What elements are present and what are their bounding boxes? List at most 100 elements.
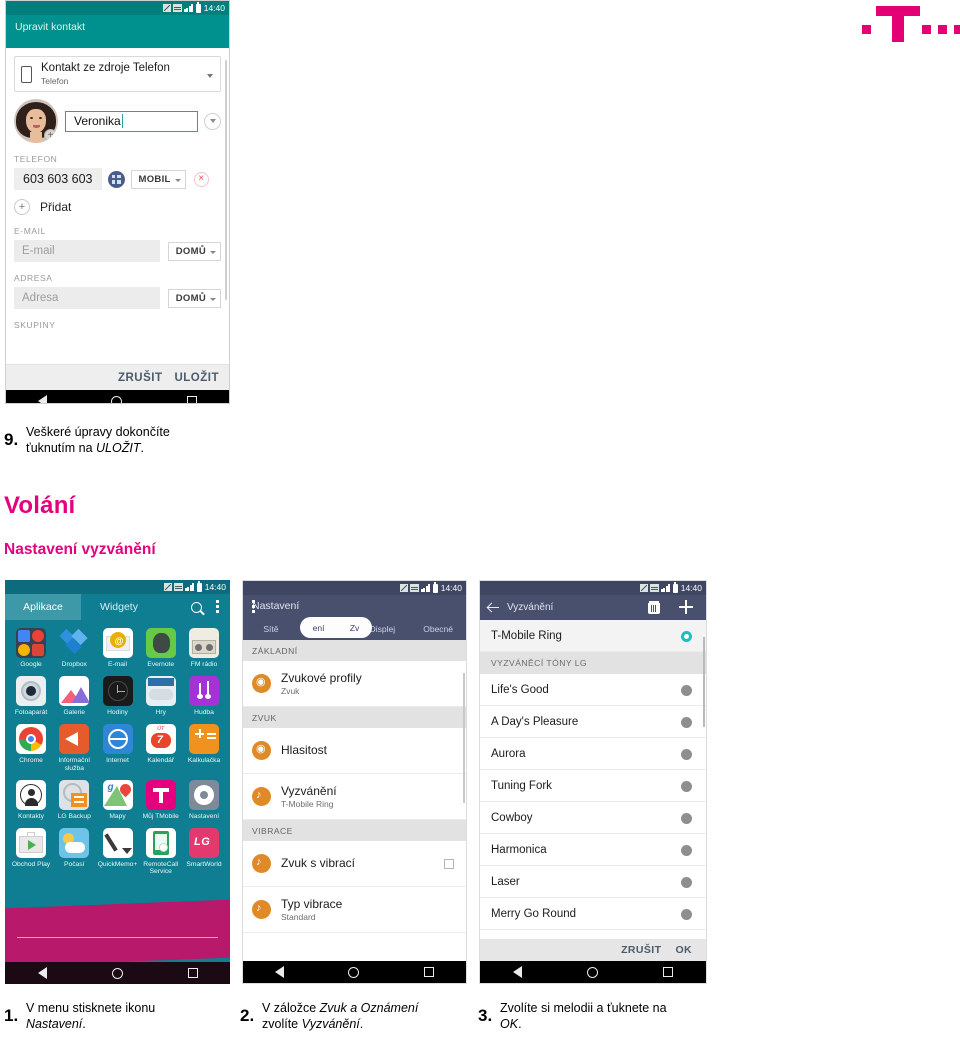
recents-icon[interactable] [186,396,197,403]
delete-phone-button[interactable]: × [193,171,209,187]
more-options-icon[interactable] [252,600,255,615]
calendar-icon[interactable]: ÚT 7 [145,723,176,754]
avatar[interactable]: + [14,99,58,143]
tab-apps[interactable]: Aplikace [5,594,81,620]
app-item[interactable]: FM rádio [184,628,224,669]
radio-unselected-icon[interactable] [681,813,692,824]
my-tmobile-icon[interactable] [145,779,176,810]
app-item[interactable]: Kontakty [11,779,51,821]
lg-backup-icon[interactable] [59,779,90,810]
app-item[interactable]: Hudba [184,675,224,717]
app-item[interactable]: Obchod Play [11,827,51,877]
app-item[interactable]: Evernote [141,628,181,669]
email-icon[interactable]: @ [102,628,133,658]
internet-icon[interactable] [102,723,133,754]
home-icon[interactable] [348,966,360,978]
email-field[interactable]: E-mail [14,240,160,262]
remotecall-icon[interactable] [145,827,176,858]
address-type-select[interactable]: DOMŮ [167,288,221,308]
app-item[interactable]: Můj TMobile [141,779,181,821]
settings-row[interactable]: ◉ Zvukové profily Zvuk [243,661,466,707]
app-item[interactable]: QuickMemo+ [98,827,138,877]
google-folder-icon[interactable] [16,628,46,658]
phone-type-select[interactable]: MOBIL [130,169,186,189]
app-item[interactable]: Internet [98,723,138,773]
scrollbar[interactable] [703,637,705,727]
settings-row[interactable]: ♪ Typ vibrace Standard [243,887,466,933]
app-item[interactable]: Galerie [54,675,94,717]
back-icon[interactable] [512,966,522,978]
maps-icon[interactable]: g [102,779,133,810]
weather-icon[interactable] [59,827,90,858]
app-item[interactable]: ÚT 7 Kalendář [141,723,181,773]
contacts-icon[interactable] [16,779,46,810]
add-phone-row[interactable]: + Přidat [14,199,221,215]
ringtone-row[interactable]: Harmonica [480,834,706,866]
recents-icon[interactable] [663,967,674,977]
evernote-icon[interactable] [145,628,176,658]
chrome-icon[interactable] [16,723,46,754]
recents-icon[interactable] [187,968,198,978]
app-item[interactable]: LG Backup [54,779,94,821]
app-item[interactable]: Google [11,628,51,669]
home-icon[interactable] [111,395,123,403]
app-item[interactable]: Hodiny [98,675,138,717]
trash-icon[interactable] [648,600,660,614]
info-service-icon[interactable] [59,723,90,754]
games-icon[interactable] [145,675,176,706]
app-item[interactable]: Fotoaparát [11,675,51,717]
radio-unselected-icon[interactable] [681,717,692,728]
plus-icon[interactable] [679,600,693,614]
app-item[interactable]: Nastavení [184,779,224,821]
expand-name-button[interactable] [204,112,221,130]
smartworld-icon[interactable]: LG [189,827,219,858]
gallery-icon[interactable] [59,675,90,706]
recents-icon[interactable] [423,967,434,977]
settings-row[interactable]: ◉ Hlasitost [243,728,466,774]
ringtone-row[interactable]: Aurora [480,738,706,770]
calculator-icon[interactable] [189,723,219,754]
back-icon[interactable] [275,966,285,978]
app-item[interactable]: Kalkulačka [184,723,224,773]
name-input[interactable]: Veronika [65,110,198,132]
app-item[interactable]: g Mapy [98,779,138,821]
scrollbar[interactable] [225,60,227,300]
app-item[interactable]: Počasí [54,827,94,877]
app-item[interactable]: @ E-mail [98,628,138,669]
radio-unselected-icon[interactable] [681,845,692,856]
more-options-icon[interactable] [216,599,219,615]
radio-unselected-icon[interactable] [681,877,692,888]
radio-unselected-icon[interactable] [681,909,692,920]
tab-widgets[interactable]: Widgety [81,594,157,620]
home-icon[interactable] [586,966,598,978]
home-icon[interactable] [111,967,123,979]
settings-row[interactable]: ♪ Zvuk s vibrací [243,841,466,887]
radio-unselected-icon[interactable] [681,749,692,760]
app-item[interactable]: Hry [141,675,181,717]
address-field[interactable]: Adresa [14,287,160,309]
dropbox-icon[interactable] [59,628,90,658]
cancel-button[interactable]: ZRUŠIT [621,944,661,956]
email-type-select[interactable]: DOMŮ [167,241,221,261]
radio-unselected-icon[interactable] [681,685,692,696]
back-icon[interactable] [38,395,48,403]
cancel-button[interactable]: ZRUŠIT [118,372,163,384]
play-store-icon[interactable] [16,827,46,858]
clock-icon[interactable] [102,675,133,706]
phone-number-input[interactable]: 603 603 603 [14,168,102,190]
ringtone-row[interactable]: A Day's Pleasure [480,706,706,738]
tab-general[interactable]: Obecné [410,624,466,634]
app-item[interactable]: Chrome [11,723,51,773]
fm-radio-icon[interactable] [189,628,219,658]
app-item[interactable]: LG SmartWorld [184,827,224,877]
ringtone-row[interactable]: Merry Go Round [480,898,706,930]
radio-selected-icon[interactable] [681,631,692,642]
radio-unselected-icon[interactable] [681,781,692,792]
camera-icon[interactable] [16,675,46,706]
quickmemo-icon[interactable] [102,827,133,858]
arrow-back-icon[interactable] [488,603,499,612]
app-item[interactable]: Dropbox [54,628,94,669]
settings-row[interactable]: ♪ Vyzvánění T-Mobile Ring [243,774,466,820]
ringtone-row[interactable]: T-Mobile Ring [480,620,706,652]
contact-source-selector[interactable]: Kontakt ze zdroje Telefon Telefon [14,56,221,92]
